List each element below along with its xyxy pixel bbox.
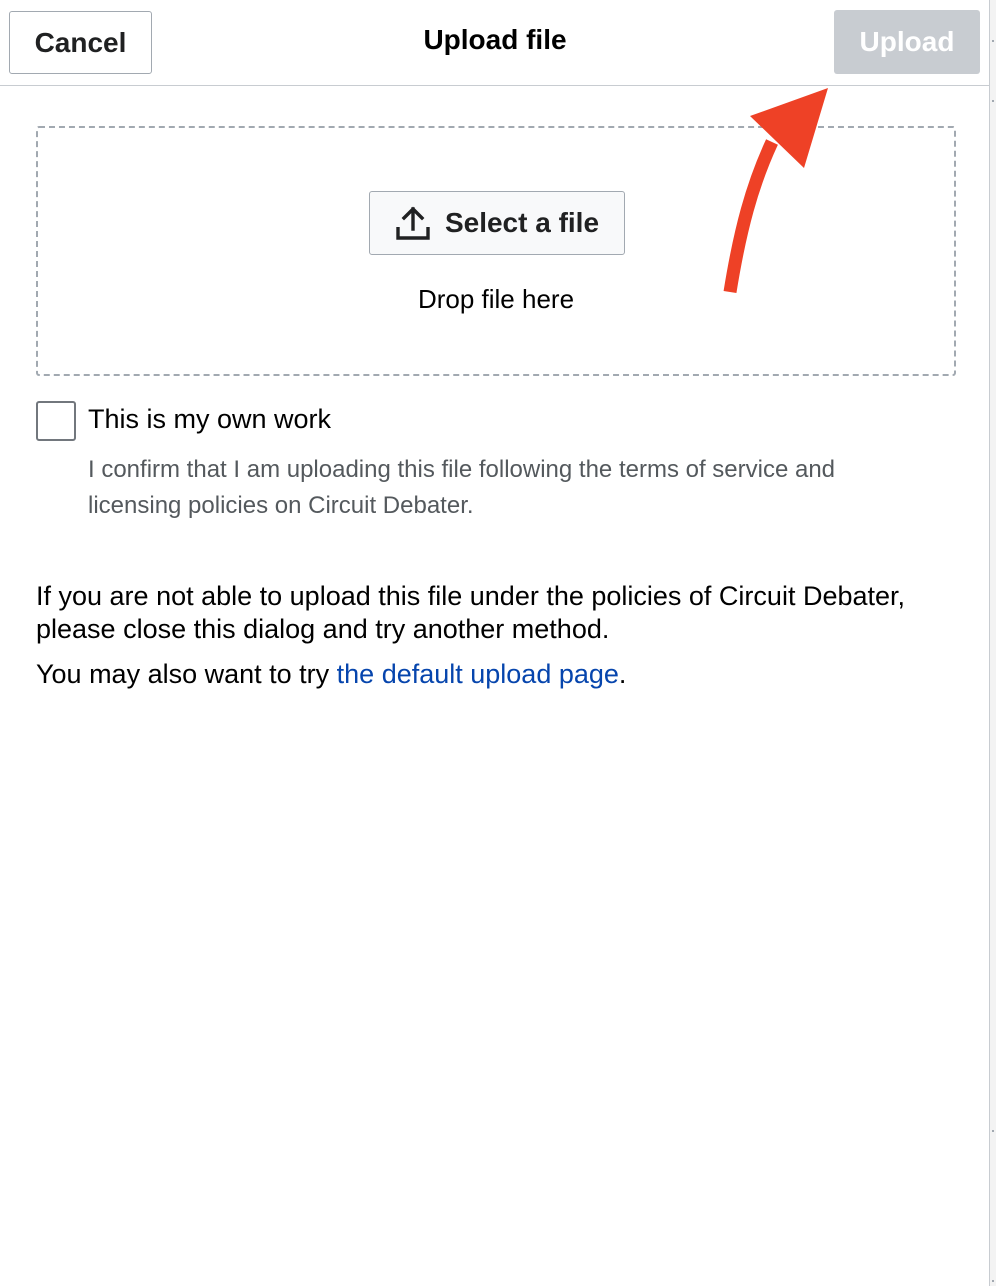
dialog-title: Upload file	[423, 24, 567, 55]
select-file-button[interactable]: Select a file	[369, 191, 625, 255]
default-upload-page-link[interactable]: the default upload page	[337, 659, 619, 689]
dialog-header: Cancel Upload file Upload	[0, 0, 990, 86]
upload-icon	[395, 205, 431, 241]
own-work-checkbox[interactable]	[36, 401, 76, 441]
policy-notice: If you are not able to upload this file …	[36, 581, 906, 644]
own-work-label[interactable]: This is my own work	[88, 404, 331, 435]
alternative-upload-text: You may also want to try the default upl…	[36, 658, 956, 691]
own-work-help-text: I confirm that I am uploading this file …	[88, 456, 836, 519]
scrollbar-gutter[interactable]	[990, 0, 996, 1286]
annotation-arrow-icon	[723, 88, 828, 294]
alternative-suffix: .	[618, 659, 627, 689]
cancel-button[interactable]: Cancel	[9, 11, 152, 74]
alternative-prefix: You may also want to try	[36, 659, 337, 689]
upload-button[interactable]: Upload	[834, 10, 980, 74]
select-file-label: Select a file	[444, 207, 600, 238]
